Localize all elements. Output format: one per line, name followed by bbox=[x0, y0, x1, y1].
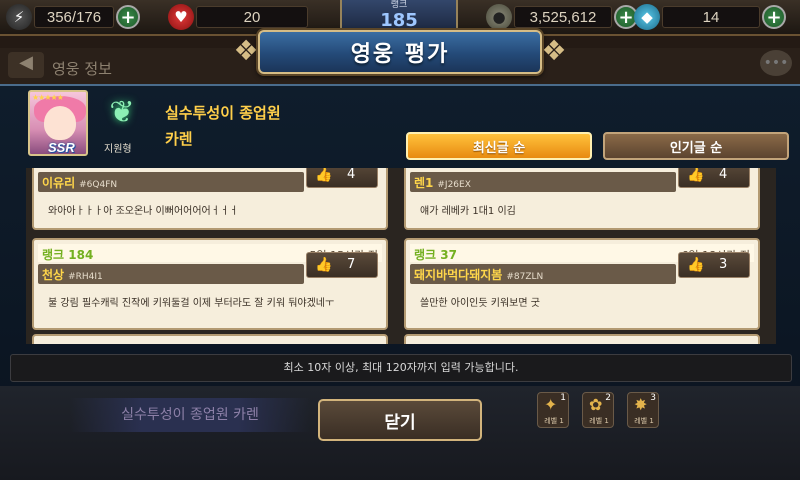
review-text: 얘가 레베카 1대1 이김 bbox=[420, 206, 516, 217]
review-user-tag: #J26EX bbox=[437, 180, 471, 190]
review-nickname: 이유리 #6Q4FN bbox=[42, 176, 118, 190]
review-card: 랭크 184 5일 15시간 전 천상#RH4I1 👍 7 불 강림 필수캐릭 … bbox=[32, 238, 388, 330]
like-button[interactable]: 👍 3 bbox=[678, 252, 750, 278]
review-text: 불 강림 필수캐릭 진작에 키워둘걸 이제 부터라도 잘 키워 둬야겠네ㅜ bbox=[48, 298, 335, 309]
review-text: 쓸만한 아이인듯 키워보면 굿 bbox=[420, 298, 540, 309]
hero-title: 실수투성이 종업원 bbox=[165, 104, 281, 122]
skill-number: 1 bbox=[560, 393, 566, 403]
tab-latest[interactable]: 최신글 순 bbox=[406, 132, 592, 160]
hearts-value: 20 bbox=[196, 6, 308, 28]
review-card bbox=[32, 334, 388, 344]
review-nickname: 렌1 #J26EX bbox=[414, 176, 471, 190]
review-nick-row: 천상 #RH4I1 bbox=[38, 264, 304, 284]
review-rank: 랭크 37 bbox=[414, 248, 457, 262]
chat-icon[interactable]: ••• bbox=[760, 50, 792, 76]
review-nick-row: 렌1 #J26EX bbox=[410, 172, 676, 192]
review-rank: 랭크 184 bbox=[42, 248, 94, 262]
background-hero-name: 실수투성이 종업원 카렌 bbox=[70, 398, 310, 432]
thumbs-up-icon: 👍 bbox=[687, 257, 705, 273]
add-gems-button[interactable]: + bbox=[762, 5, 786, 29]
skill-number: 3 bbox=[650, 393, 656, 403]
hero-name: 카렌 bbox=[165, 130, 193, 148]
review-card: 이유리 #6Q4FN 👍 4 와아아ㅏㅏㅏ아 조오온나 이뻐어어어어ㅓㅓㅓ bbox=[32, 168, 388, 230]
review-nickname: 천상 #RH4I1 bbox=[42, 268, 103, 282]
ornament-right-icon: ❖ bbox=[541, 34, 567, 67]
stamina-resource: ⚡ 356/176 + bbox=[6, 4, 140, 30]
review-nick-row: 이유리 #6Q4FN bbox=[38, 172, 304, 192]
skill-icon: ✸ bbox=[634, 395, 648, 414]
star-rating-icon: ★★★★★ bbox=[32, 93, 64, 102]
review-nick-row: 돼지바먹다돼지봄 #87ZLN bbox=[410, 264, 676, 284]
like-count: 4 bbox=[719, 168, 728, 182]
thumbs-up-icon: 👍 bbox=[315, 168, 333, 183]
skill-level: 레벨 1 bbox=[544, 417, 564, 425]
hearts-resource: ♥ 20 bbox=[168, 4, 308, 30]
thumbs-up-icon: 👍 bbox=[687, 168, 705, 183]
back-arrow-icon[interactable]: ◀ bbox=[8, 52, 44, 78]
review-user-tag: #87ZLN bbox=[506, 272, 544, 282]
thumbs-up-icon: 👍 bbox=[315, 257, 333, 273]
skill-icon: ✿ bbox=[589, 395, 603, 414]
gem-icon: ◆ bbox=[634, 4, 660, 30]
stamina-value: 356/176 bbox=[34, 6, 114, 28]
class-label: 지원형 bbox=[104, 144, 132, 155]
like-button[interactable]: 👍 4 bbox=[678, 168, 750, 188]
gold-resource: ● 3,525,612 + bbox=[486, 4, 638, 30]
add-stamina-button[interactable]: + bbox=[116, 5, 140, 29]
rarity-badge: SSR bbox=[48, 140, 75, 155]
like-count: 3 bbox=[719, 257, 728, 272]
skill-level: 레벨 1 bbox=[634, 417, 654, 425]
coin-icon: ● bbox=[486, 4, 512, 30]
support-class-icon: ❦ bbox=[109, 95, 135, 130]
review-card: 랭크 37 6일 18시간 전 돼지바먹다돼지봄#87ZLN 👍 3 쓸만한 아… bbox=[404, 238, 760, 330]
review-card bbox=[404, 334, 760, 344]
skill-slot-1[interactable]: ✦ 1 레벨 1 bbox=[537, 392, 569, 428]
heart-icon: ♥ bbox=[168, 4, 194, 30]
skill-slot-3[interactable]: ✸ 3 레벨 1 bbox=[627, 392, 659, 428]
review-list[interactable]: 이유리 #6Q4FN 👍 4 와아아ㅏㅏㅏ아 조오온나 이뻐어어어어ㅓㅓㅓ 렌1 #… bbox=[26, 168, 776, 344]
review-text: 와아아ㅏㅏㅏ아 조오온나 이뻐어어어어ㅓㅓㅓ bbox=[48, 206, 239, 217]
lightning-icon: ⚡ bbox=[6, 4, 32, 30]
tab-popular[interactable]: 인기글 순 bbox=[603, 132, 789, 160]
like-count: 7 bbox=[347, 257, 356, 272]
gold-value: 3,525,612 bbox=[514, 6, 612, 28]
rank-value: 185 bbox=[380, 10, 418, 31]
gems-value: 14 bbox=[662, 6, 760, 28]
review-user-tag: #6Q4FN bbox=[79, 180, 118, 190]
like-button[interactable]: 👍 7 bbox=[306, 252, 378, 278]
skill-slot-2[interactable]: ✿ 2 레벨 1 bbox=[582, 392, 614, 428]
review-input-hint[interactable]: 최소 10자 이상, 최대 120자까지 입력 가능합니다. bbox=[10, 354, 792, 382]
review-nickname: 돼지바먹다돼지봄 #87ZLN bbox=[414, 268, 544, 282]
skill-number: 2 bbox=[605, 393, 611, 403]
review-user-tag: #RH4I1 bbox=[68, 272, 103, 282]
rank-label: 랭크 bbox=[390, 0, 408, 10]
skill-icon: ✦ bbox=[544, 395, 558, 414]
modal-title-banner: 영웅 평가 bbox=[258, 30, 542, 74]
review-card: 렌1 #J26EX 👍 4 얘가 레베카 1대1 이김 bbox=[404, 168, 760, 230]
close-button[interactable]: 닫기 bbox=[318, 399, 482, 441]
hero-face bbox=[44, 106, 76, 140]
hero-portrait: ★★★★★ SSR bbox=[28, 90, 88, 156]
skill-level: 레벨 1 bbox=[589, 417, 609, 425]
like-count: 4 bbox=[347, 168, 356, 182]
like-button[interactable]: 👍 4 bbox=[306, 168, 378, 188]
gems-resource: ◆ 14 + bbox=[634, 4, 786, 30]
modal-title: 영웅 평가 bbox=[350, 42, 450, 67]
